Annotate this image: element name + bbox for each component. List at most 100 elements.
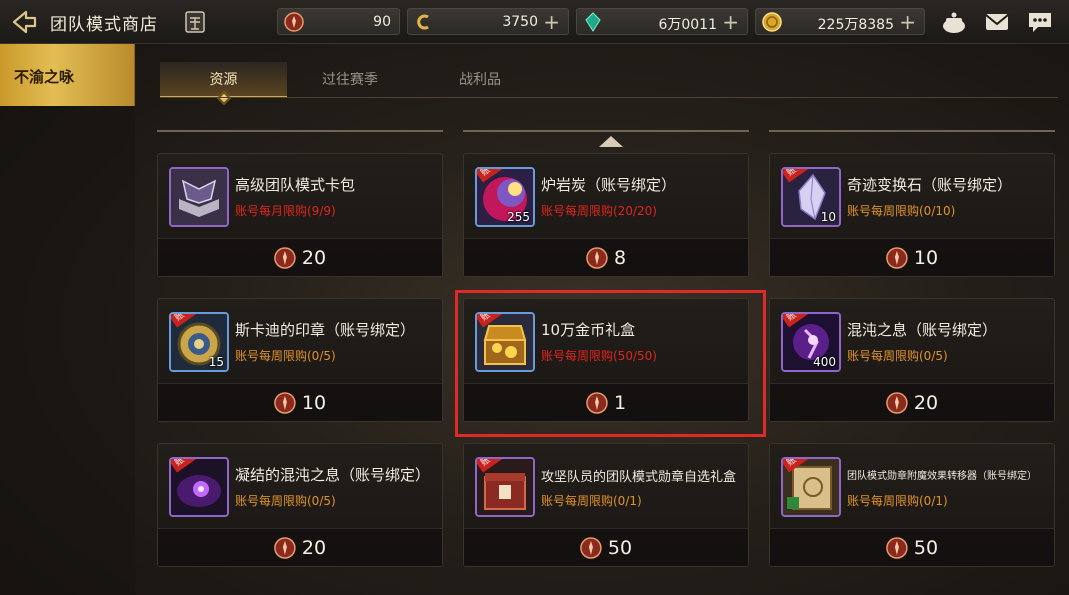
tab-resources[interactable]: 资源	[160, 62, 287, 106]
purchase-limit: 账号每周限购(20/20)	[541, 204, 657, 218]
card-pack-icon	[169, 167, 229, 227]
page-title: 团队模式商店	[50, 15, 158, 35]
shop-item-card[interactable]: 账号 255 炉岩炭（账号绑定） 账号每周限购(20/20) 8	[463, 153, 749, 277]
condensed-chaos-icon: 账号	[169, 457, 229, 517]
item-name: 炉岩炭（账号绑定）	[541, 176, 677, 194]
sidebar-tab-active[interactable]: 不渝之咏	[0, 44, 135, 106]
medal-icon	[886, 392, 908, 414]
tab-label: 战利品	[459, 72, 501, 88]
tab-label: 资源	[209, 72, 238, 88]
item-name: 混沌之息（账号绑定）	[847, 321, 998, 339]
item-quantity: 255	[507, 210, 530, 224]
currency-value: 90	[373, 14, 391, 30]
currency-value: 3750	[502, 14, 538, 30]
medal-icon	[284, 12, 304, 32]
tab-past-seasons[interactable]: 过往赛季	[290, 62, 410, 98]
item-name: 凝结的混沌之息（账号绑定）	[235, 466, 431, 484]
lava-coal-icon: 账号 255	[475, 167, 535, 227]
add-currency-button[interactable]: +	[722, 10, 739, 34]
buy-button[interactable]: 20	[158, 238, 442, 276]
purchase-limit: 账号每周限购(50/50)	[541, 349, 657, 363]
buy-button[interactable]: 10	[770, 238, 1054, 276]
scroll-separator	[463, 130, 749, 132]
crystal-icon: 账号 10	[781, 167, 841, 227]
medal-icon	[886, 247, 908, 269]
item-name: 高级团队模式卡包	[235, 176, 356, 194]
item-price: 20	[913, 392, 939, 414]
currency-gem: 6万0011 +	[576, 8, 748, 35]
chat-icon[interactable]	[1026, 8, 1054, 36]
buy-button[interactable]: 20	[158, 528, 442, 566]
tab-label: 过往赛季	[322, 72, 378, 88]
item-price: 50	[913, 537, 939, 559]
purchase-limit: 账号每周限购(0/10)	[847, 204, 956, 218]
chaos-breath-icon: 账号 400	[781, 312, 841, 372]
gem-icon	[583, 12, 603, 32]
shop-item-card[interactable]: 高级团队模式卡包 账号每月限购(9/9) 20	[157, 153, 443, 277]
buy-button[interactable]: 10	[158, 383, 442, 421]
item-quantity: 400	[813, 355, 836, 369]
purchase-limit: 账号每周限购(0/5)	[235, 349, 336, 363]
medal-icon	[274, 392, 296, 414]
sidebar-tab-label: 不渝之咏	[14, 68, 75, 86]
currency-value: 225万8385	[817, 17, 894, 33]
medal-icon	[586, 247, 608, 269]
currency-c-coin: 3750 +	[407, 8, 569, 35]
medal-icon	[274, 537, 296, 559]
purchase-limit: 账号每月限购(9/9)	[235, 204, 336, 218]
tab-divider	[160, 97, 1058, 98]
medal-icon	[580, 537, 602, 559]
item-quantity: 10	[820, 210, 836, 224]
purchase-limit: 账号每周限购(0/5)	[235, 494, 336, 508]
medal-icon	[886, 537, 908, 559]
pot-icon[interactable]	[940, 8, 968, 36]
shop-item-card[interactable]: 账号 15 斯卡迪的印章（账号绑定） 账号每周限购(0/5) 10	[157, 298, 443, 422]
currency-value: 6万0011	[658, 17, 717, 33]
item-price: 1	[613, 392, 627, 414]
shop-item-card[interactable]: 账号 攻坚队员的团队模式勋章自选礼盒 账号每周限购(0/1) 50	[463, 443, 749, 567]
shop-item-card[interactable]: 账号 10 奇迹变换石（账号绑定） 账号每周限购(0/10) 10	[769, 153, 1055, 277]
item-price: 10	[301, 392, 327, 414]
medal-icon	[586, 392, 608, 414]
currency-gold: 225万8385 +	[755, 8, 925, 35]
purchase-limit: 账号每周限购(0/1)	[847, 494, 948, 508]
add-currency-button[interactable]: +	[899, 10, 916, 34]
purchase-limit: 账号每周限购(0/5)	[847, 349, 948, 363]
scroll-separator	[769, 130, 1055, 132]
item-price: 20	[301, 247, 327, 269]
shop-item-card[interactable]: 账号 10万金币礼盒 账号每周限购(50/50) 1	[463, 298, 749, 422]
add-currency-button[interactable]: +	[543, 10, 560, 34]
item-quantity: 15	[208, 355, 224, 369]
medal-icon	[274, 247, 296, 269]
item-price: 20	[301, 537, 327, 559]
buy-button[interactable]: 50	[464, 528, 748, 566]
shop-info-icon[interactable]	[183, 9, 207, 35]
scroll-up-icon[interactable]	[597, 133, 625, 149]
item-price: 50	[607, 537, 633, 559]
gold-chest-icon: 账号	[475, 312, 535, 372]
gold-coin-icon	[762, 12, 782, 32]
buy-button[interactable]: 50	[770, 528, 1054, 566]
active-tab-indicator	[216, 90, 231, 106]
shop-item-card[interactable]: 账号 凝结的混沌之息（账号绑定） 账号每周限购(0/5) 20	[157, 443, 443, 567]
mail-icon[interactable]	[983, 8, 1011, 36]
back-arrow-icon[interactable]	[8, 8, 38, 36]
item-name: 斯卡迪的印章（账号绑定）	[235, 321, 416, 339]
buy-button[interactable]: 1	[464, 383, 748, 421]
top-bar: 团队模式商店 90 3750 + 6万0011 + 225万8385 +	[0, 0, 1069, 44]
item-name: 奇迹变换石（账号绑定）	[847, 176, 1013, 194]
sidebar-panel	[0, 106, 135, 595]
seal-icon: 账号 15	[169, 312, 229, 372]
item-price: 10	[913, 247, 939, 269]
item-name: 10万金币礼盒	[541, 321, 636, 339]
medal-box-icon: 账号	[475, 457, 535, 517]
transfer-scroll-icon: 账号	[781, 457, 841, 517]
scroll-separator	[157, 130, 443, 132]
item-name: 团队模式勋章附魔效果转移器（账号绑定）	[847, 471, 1037, 482]
purchase-limit: 账号每周限购(0/1)	[541, 494, 642, 508]
buy-button[interactable]: 8	[464, 238, 748, 276]
shop-item-card[interactable]: 账号 400 混沌之息（账号绑定） 账号每周限购(0/5) 20	[769, 298, 1055, 422]
tab-loot[interactable]: 战利品	[420, 62, 540, 98]
buy-button[interactable]: 20	[770, 383, 1054, 421]
shop-item-card[interactable]: 账号 团队模式勋章附魔效果转移器（账号绑定） 账号每周限购(0/1) 50	[769, 443, 1055, 567]
